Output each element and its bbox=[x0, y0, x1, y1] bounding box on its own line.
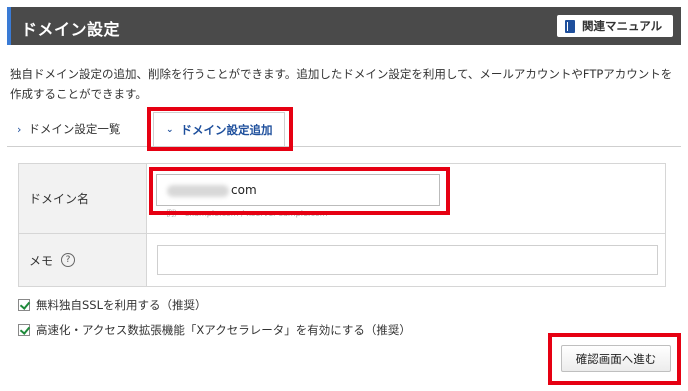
confirm-button[interactable]: 確認画面へ進む bbox=[561, 345, 671, 372]
tab-bar: › ドメイン設定一覧 ⌄ ドメイン設定追加 bbox=[7, 112, 681, 146]
header-accent-bar bbox=[7, 7, 11, 45]
ssl-checkbox[interactable] bbox=[18, 299, 30, 311]
memo-input[interactable] bbox=[157, 245, 658, 275]
chevron-down-icon: ⌄ bbox=[166, 124, 174, 135]
ssl-option-label: 無料独自SSLを利用する（推奨） bbox=[36, 298, 207, 312]
book-icon bbox=[565, 19, 575, 33]
domain-name-input[interactable]: com bbox=[156, 174, 440, 206]
accelerator-checkbox[interactable] bbox=[18, 324, 30, 336]
tab-divider bbox=[7, 146, 681, 147]
tab-domain-list[interactable]: › ドメイン設定一覧 bbox=[17, 112, 120, 146]
page-title: ドメイン設定 bbox=[21, 20, 121, 39]
domain-name-label: ドメイン名 bbox=[19, 164, 147, 233]
tab-domain-add[interactable]: ⌄ ドメイン設定追加 bbox=[153, 112, 285, 146]
accelerator-option-label: 高速化・アクセス数拡張機能「Xアクセラレータ」を有効にする（推奨） bbox=[36, 323, 411, 337]
tab-domain-add-label: ドメイン設定追加 bbox=[180, 122, 273, 137]
domain-example-text: 例） example.com / xserver-sample.com bbox=[166, 209, 328, 218]
blurred-domain-text bbox=[167, 185, 229, 197]
chevron-right-icon: › bbox=[17, 122, 22, 136]
domain-suffix-text: com bbox=[231, 183, 257, 197]
related-manual-button[interactable]: 関連マニュアル bbox=[557, 15, 673, 37]
tab-domain-list-label: ドメイン設定一覧 bbox=[28, 122, 121, 136]
memo-label: メモ bbox=[29, 253, 54, 268]
page-description: 独自ドメイン設定の追加、削除を行うことができます。追加したドメイン設定を利用して… bbox=[10, 67, 673, 101]
ssl-option[interactable]: 無料独自SSLを利用する（推奨） bbox=[18, 297, 207, 313]
page-header: ドメイン設定 関連マニュアル bbox=[7, 7, 681, 45]
accelerator-option[interactable]: 高速化・アクセス数拡張機能「Xアクセラレータ」を有効にする（推奨） bbox=[18, 322, 411, 338]
related-manual-label: 関連マニュアル bbox=[582, 19, 663, 33]
memo-label-cell: メモ ? bbox=[19, 234, 147, 286]
help-icon[interactable]: ? bbox=[61, 253, 76, 267]
